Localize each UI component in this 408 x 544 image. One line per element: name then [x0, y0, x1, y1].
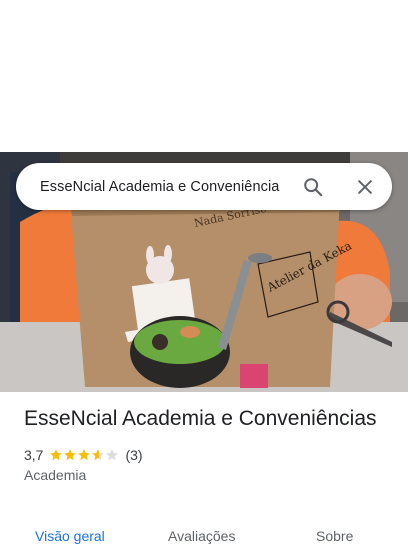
star-icon [64, 449, 77, 461]
rating-stars [49, 448, 119, 462]
place-title: EsseNcial Academia e Conveniências [24, 407, 377, 430]
star-half-icon [92, 449, 105, 461]
search-input[interactable]: EsseNcial Academia e Conveniência [40, 179, 298, 195]
rating-row[interactable]: 3,7 (3) [24, 447, 394, 463]
star-empty-icon [106, 449, 119, 461]
search-bar[interactable]: EsseNcial Academia e Conveniência [16, 163, 392, 210]
close-icon [358, 180, 372, 194]
star-icon [50, 449, 63, 461]
place-tabs: Visão geral Avaliações Sobre [0, 528, 408, 544]
star-icon [78, 449, 91, 461]
rating-value: 3,7 [24, 447, 44, 463]
review-count[interactable]: (3) [125, 447, 142, 463]
search-button[interactable] [300, 174, 326, 200]
place-info: EsseNcial Academia e Conveniências 3,7 (… [24, 405, 394, 483]
search-icon [304, 178, 323, 197]
place-category[interactable]: Academia [24, 467, 394, 483]
close-button[interactable] [352, 174, 378, 200]
map-blank-area [0, 0, 408, 152]
